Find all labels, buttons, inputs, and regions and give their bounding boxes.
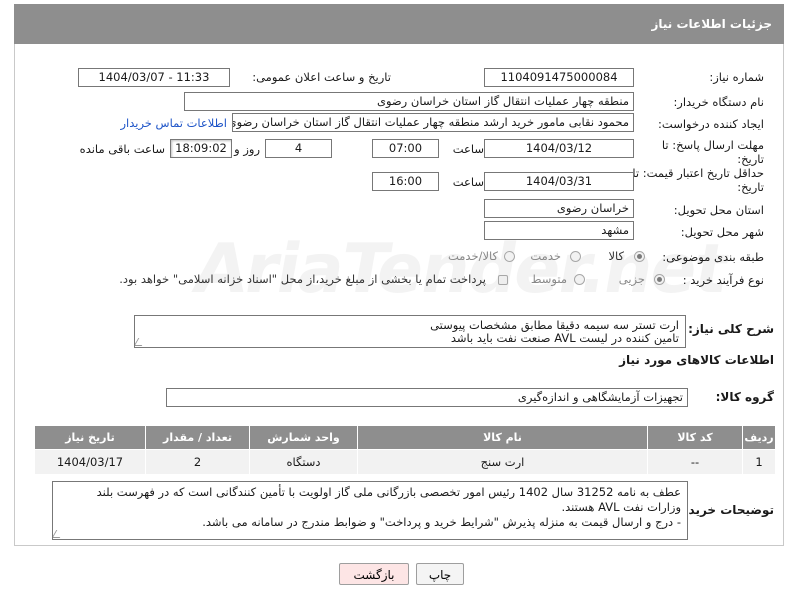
buyer-notes-line: عطف به نامه 31252 سال 1402 رئیس امور تخص…: [96, 485, 681, 499]
description-line: تامین کننده در لیست AVL صنعت نفت باید با…: [450, 331, 679, 345]
category-option-goods: کالا: [608, 249, 624, 263]
process-type-label: نوع فرآیند خرید :: [682, 273, 764, 287]
process-option-minor: جزیی: [618, 272, 645, 286]
need-number-field: 1104091475000084: [484, 68, 634, 87]
reply-date-field: 1404/03/12: [484, 139, 634, 158]
days-and-label: روز و: [234, 142, 260, 156]
days-count-field: 4: [265, 139, 332, 158]
buyer-contact-link[interactable]: اطلاعات تماس خریدار: [120, 116, 227, 130]
table-cell: 1404/03/17: [34, 449, 146, 475]
table-cell: 2: [145, 449, 250, 475]
process-radio-medium[interactable]: [574, 274, 585, 285]
treasury-payment-note: پرداخت تمام یا بخشی از مبلغ خرید،از محل …: [119, 272, 486, 286]
category-radio-goods[interactable]: [634, 251, 645, 262]
category-label: طبقه بندی موضوعی:: [662, 250, 764, 264]
buyer-org-field: منطقه چهار عملیات انتقال گاز استان خراسا…: [184, 92, 634, 111]
page-title: جزئیات اطلاعات نیاز: [14, 4, 784, 44]
process-option-medium: متوسط: [530, 272, 567, 286]
description-textarea[interactable]: ارت تستر سه سیمه دقیقا مطابق مشخصات پیوس…: [134, 315, 686, 348]
category-option-service: خدمت: [530, 249, 561, 263]
table-row: 1 -- ارت سنج دستگاه 2 1404/03/17: [34, 449, 776, 475]
back-button[interactable]: بازگشت: [339, 563, 409, 585]
remaining-time-label: ساعت باقی مانده: [79, 142, 165, 156]
description-label: شرح کلی نیاز:: [688, 322, 774, 336]
announce-date-field: 1404/03/07 - 11:33: [78, 68, 230, 87]
column-header: نام کالا: [357, 425, 648, 450]
reply-time-field: 07:00: [372, 139, 439, 158]
reply-time-label: ساعت: [452, 142, 484, 156]
treasury-payment-checkbox[interactable]: [498, 275, 508, 285]
price-validity-time-field: 16:00: [372, 172, 439, 191]
table-cell: --: [647, 449, 743, 475]
column-header: ردیف: [742, 425, 776, 450]
remaining-time-field: 18:09:02: [170, 139, 232, 158]
delivery-city-field: مشهد: [484, 221, 634, 240]
buyer-notes-line: - درج و ارسال قیمت به منزله پذیرش "شرایط…: [202, 515, 681, 529]
column-header: تعداد / مقدار: [145, 425, 250, 450]
category-radio-service[interactable]: [570, 251, 581, 262]
creator-field: محمود نقابی مامور خرید ارشد منطقه چهار ع…: [232, 113, 634, 132]
column-header: تاریخ نیاز: [34, 425, 146, 450]
price-validity-time-label: ساعت: [452, 175, 484, 189]
creator-label: ایجاد کننده درخواست:: [658, 117, 764, 131]
delivery-province-label: استان محل تحویل:: [673, 203, 764, 217]
goods-table: ردیف کد کالا نام کالا واحد شمارش تعداد /…: [34, 425, 776, 475]
goods-table-header: ردیف کد کالا نام کالا واحد شمارش تعداد /…: [34, 425, 776, 450]
price-validity-label: حداقل تاریخ اعتبار قیمت: تا تاریخ:: [632, 166, 764, 194]
goods-group-label: گروه کالا:: [715, 390, 774, 404]
table-cell: 1: [742, 449, 776, 475]
buyer-org-label: نام دستگاه خریدار:: [673, 95, 764, 109]
delivery-province-field: خراسان رضوی: [484, 199, 634, 218]
table-cell: دستگاه: [249, 449, 358, 475]
buyer-notes-textarea[interactable]: عطف به نامه 31252 سال 1402 رئیس امور تخص…: [52, 481, 688, 540]
delivery-city-label: شهر محل تحویل:: [680, 225, 764, 239]
column-header: کد کالا: [647, 425, 743, 450]
process-radio-minor[interactable]: [654, 274, 665, 285]
category-option-goods-service: کالا/خدمت: [447, 249, 498, 263]
price-validity-date-field: 1404/03/31: [484, 172, 634, 191]
category-radio-goods-service[interactable]: [504, 251, 515, 262]
goods-info-title: اطلاعات کالاهای مورد نیاز: [619, 353, 774, 367]
column-header: واحد شمارش: [249, 425, 358, 450]
buyer-notes-line: وزارات نفت AVL هستند.: [561, 500, 681, 514]
resize-handle-icon[interactable]: [53, 530, 65, 538]
print-button[interactable]: چاپ: [416, 563, 464, 585]
need-number-label: شماره نیاز:: [709, 70, 764, 84]
announce-date-label: تاریخ و ساعت اعلان عمومی:: [252, 70, 391, 84]
goods-group-field: تجهیزات آزمایشگاهی و اندازه‌گیری: [166, 388, 688, 407]
reply-deadline-label: مهلت ارسال پاسخ: تا تاریخ:: [661, 138, 764, 166]
table-cell: ارت سنج: [357, 449, 648, 475]
